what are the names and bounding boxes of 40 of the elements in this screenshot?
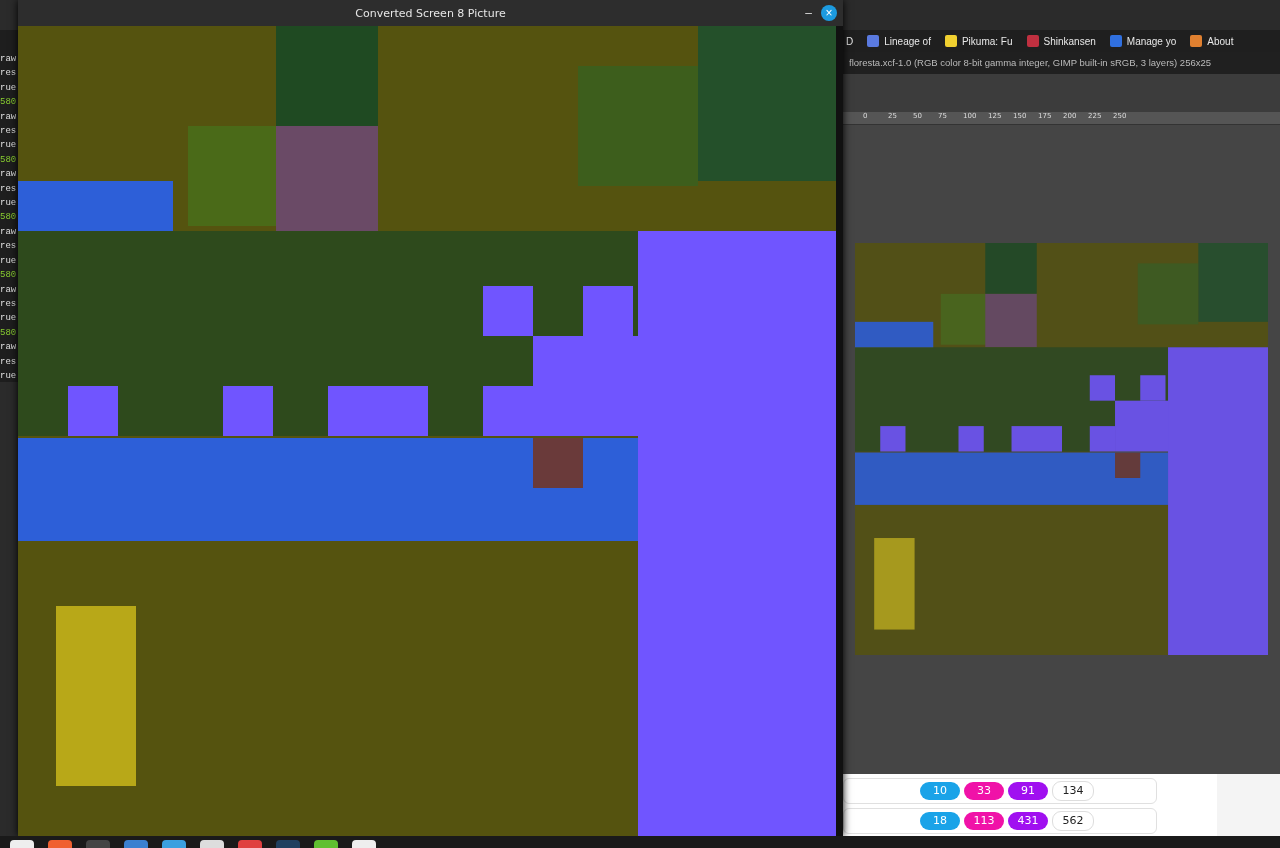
terminal-line: raw xyxy=(0,168,17,182)
count-badge: 134 xyxy=(1052,781,1094,801)
terminal-line: res xyxy=(0,67,17,81)
count-badge: 91 xyxy=(1008,782,1048,800)
window-title: Converted Screen 8 Picture xyxy=(355,6,506,20)
terminal-line: rue xyxy=(0,254,17,268)
minimize-button[interactable]: – xyxy=(802,4,815,22)
terminal-line: res xyxy=(0,182,17,196)
terminal-line: 580 xyxy=(0,326,17,340)
terminal-line: rue xyxy=(0,312,17,326)
bookmark-link[interactable]: Lineage of xyxy=(867,35,931,47)
count-badge: 562 xyxy=(1052,811,1094,831)
terminal-line: rue xyxy=(0,197,17,211)
terminal-line: rue xyxy=(0,139,17,153)
terminal-line: 580 xyxy=(0,96,17,110)
terminal-line: raw xyxy=(0,110,17,124)
terminal-line: 580 xyxy=(0,153,17,167)
terminal-line: res xyxy=(0,125,17,139)
terminal-line: 580 xyxy=(0,211,17,225)
count-badge: 10 xyxy=(920,782,960,800)
bookmark-link[interactable]: D xyxy=(846,35,854,47)
count-badge: 431 xyxy=(1008,812,1048,830)
count-badge: 113 xyxy=(964,812,1004,830)
terminal-line: raw xyxy=(0,225,17,239)
terminal-line: res xyxy=(0,240,17,254)
window-title: floresta.xcf-1.0 (RGB color 8-bit gamma integer, GIMP built-in sRGB, 3 layers) 256x25 xyxy=(843,52,1280,74)
bookmark-link[interactable]: Shinkansen xyxy=(1026,35,1096,47)
terminal-line: rue xyxy=(0,81,17,95)
bookmark-link[interactable]: Manage yo xyxy=(1109,35,1177,47)
terminal-line: res xyxy=(0,297,17,311)
terminal-line: raw xyxy=(0,341,17,355)
terminal-line: 580 xyxy=(0,269,17,283)
bookmark-link[interactable]: About xyxy=(1190,35,1234,47)
terminal-line: raw xyxy=(0,53,17,66)
terminal-line: rue xyxy=(0,369,17,383)
bookmark-link[interactable]: Pikuma: Fu xyxy=(944,35,1013,47)
terminal-line: raw xyxy=(0,283,17,297)
terminal-line: res xyxy=(0,355,17,369)
count-badge: 18 xyxy=(920,812,960,830)
count-badge: 33 xyxy=(964,782,1004,800)
